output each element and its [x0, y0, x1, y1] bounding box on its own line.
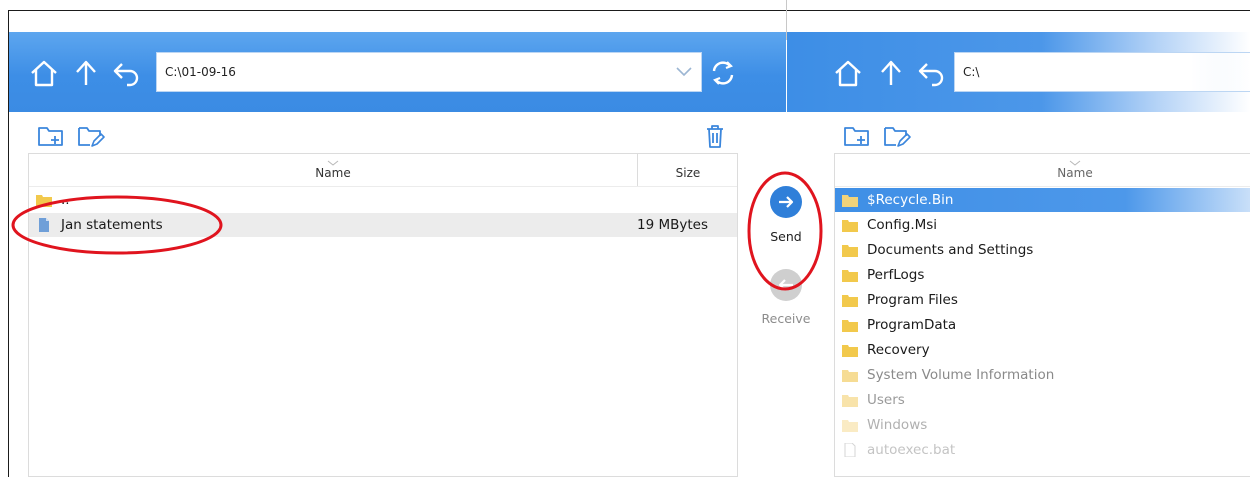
file-icon [844, 443, 856, 457]
list-item[interactable]: Jan statements 19 MBytes [29, 213, 737, 237]
folder-icon [842, 395, 858, 407]
size-column-label: Size [675, 166, 701, 180]
item-name: ProgramData [867, 317, 957, 333]
new-folder-icon[interactable] [842, 122, 872, 150]
right-path-field[interactable]: C:\ [954, 52, 1250, 92]
list-item[interactable]: Windows [835, 413, 1250, 437]
sort-caret-icon [1069, 155, 1081, 169]
list-item[interactable]: Program Files [835, 288, 1250, 312]
home-icon[interactable] [831, 56, 865, 90]
folder-icon [842, 295, 858, 307]
left-path-text: C:\01-09-16 [165, 65, 236, 79]
item-name: Windows [867, 417, 928, 433]
header-divider [29, 186, 737, 187]
header-divider [835, 186, 1250, 187]
size-column-header[interactable]: Size [638, 154, 738, 186]
item-name: $Recycle.Bin [867, 192, 954, 208]
folder-icon [842, 345, 858, 357]
list-item[interactable]: ProgramData [835, 313, 1250, 337]
list-item[interactable]: $Recycle.Bin [835, 188, 1250, 212]
folder-icon [842, 245, 858, 257]
send-button[interactable] [770, 186, 802, 218]
back-arrow-icon[interactable] [914, 56, 948, 90]
folder-icon [842, 320, 858, 332]
item-name: Users [867, 392, 905, 408]
left-file-list[interactable]: Name Size .. Jan statements 19 MBytes [28, 153, 738, 477]
trash-icon[interactable] [700, 122, 730, 150]
name-column-header[interactable]: Name [29, 154, 637, 186]
right-file-list[interactable]: Name $Recycle.Bin Config.Msi Documents a… [834, 153, 1250, 477]
sort-caret-icon [327, 155, 339, 169]
new-folder-icon[interactable] [36, 122, 66, 150]
item-name: .. [61, 192, 70, 208]
rename-folder-icon[interactable] [76, 122, 106, 150]
item-name: Config.Msi [867, 217, 938, 233]
folder-icon [36, 195, 52, 207]
up-arrow-icon[interactable] [874, 56, 908, 90]
item-size: 19 MBytes [637, 217, 709, 233]
back-arrow-icon[interactable] [109, 56, 143, 90]
folder-icon [842, 195, 858, 207]
home-icon[interactable] [27, 56, 61, 90]
window-border-top [8, 10, 1250, 11]
item-name: Documents and Settings [867, 242, 1034, 258]
list-item[interactable]: Users [835, 388, 1250, 412]
arrow-right-icon [779, 196, 794, 208]
up-arrow-icon[interactable] [69, 56, 103, 90]
folder-icon [842, 270, 858, 282]
name-column-header[interactable]: Name [835, 154, 1250, 186]
rename-folder-icon[interactable] [882, 122, 912, 150]
list-item[interactable]: .. [29, 188, 737, 212]
item-name: PerfLogs [867, 267, 925, 283]
folder-icon [842, 220, 858, 232]
chevron-down-icon[interactable] [675, 64, 693, 81]
right-path-text: C:\ [963, 65, 980, 79]
item-name: Program Files [867, 292, 958, 308]
left-toolbar: C:\01-09-16 [9, 32, 786, 112]
list-item[interactable]: PerfLogs [835, 263, 1250, 287]
list-item[interactable]: Recovery [835, 338, 1250, 362]
folder-icon [842, 420, 858, 432]
file-icon [39, 218, 49, 232]
item-name: Recovery [867, 342, 930, 358]
list-item[interactable]: Documents and Settings [835, 238, 1250, 262]
left-path-field[interactable]: C:\01-09-16 [156, 52, 702, 92]
item-name: Jan statements [61, 217, 163, 233]
refresh-icon[interactable] [706, 56, 740, 90]
arrow-left-icon [778, 279, 793, 291]
receive-label: Receive [761, 311, 811, 326]
item-name: autoexec.bat [867, 442, 956, 458]
list-item[interactable]: Config.Msi [835, 213, 1250, 237]
send-label[interactable]: Send [751, 229, 821, 244]
list-item[interactable]: autoexec.bat [835, 438, 1250, 462]
folder-icon [842, 370, 858, 382]
receive-button [770, 269, 802, 301]
right-toolbar: C:\ [787, 32, 1250, 112]
list-item[interactable]: System Volume Information [835, 363, 1250, 387]
item-name: System Volume Information [867, 367, 1055, 383]
